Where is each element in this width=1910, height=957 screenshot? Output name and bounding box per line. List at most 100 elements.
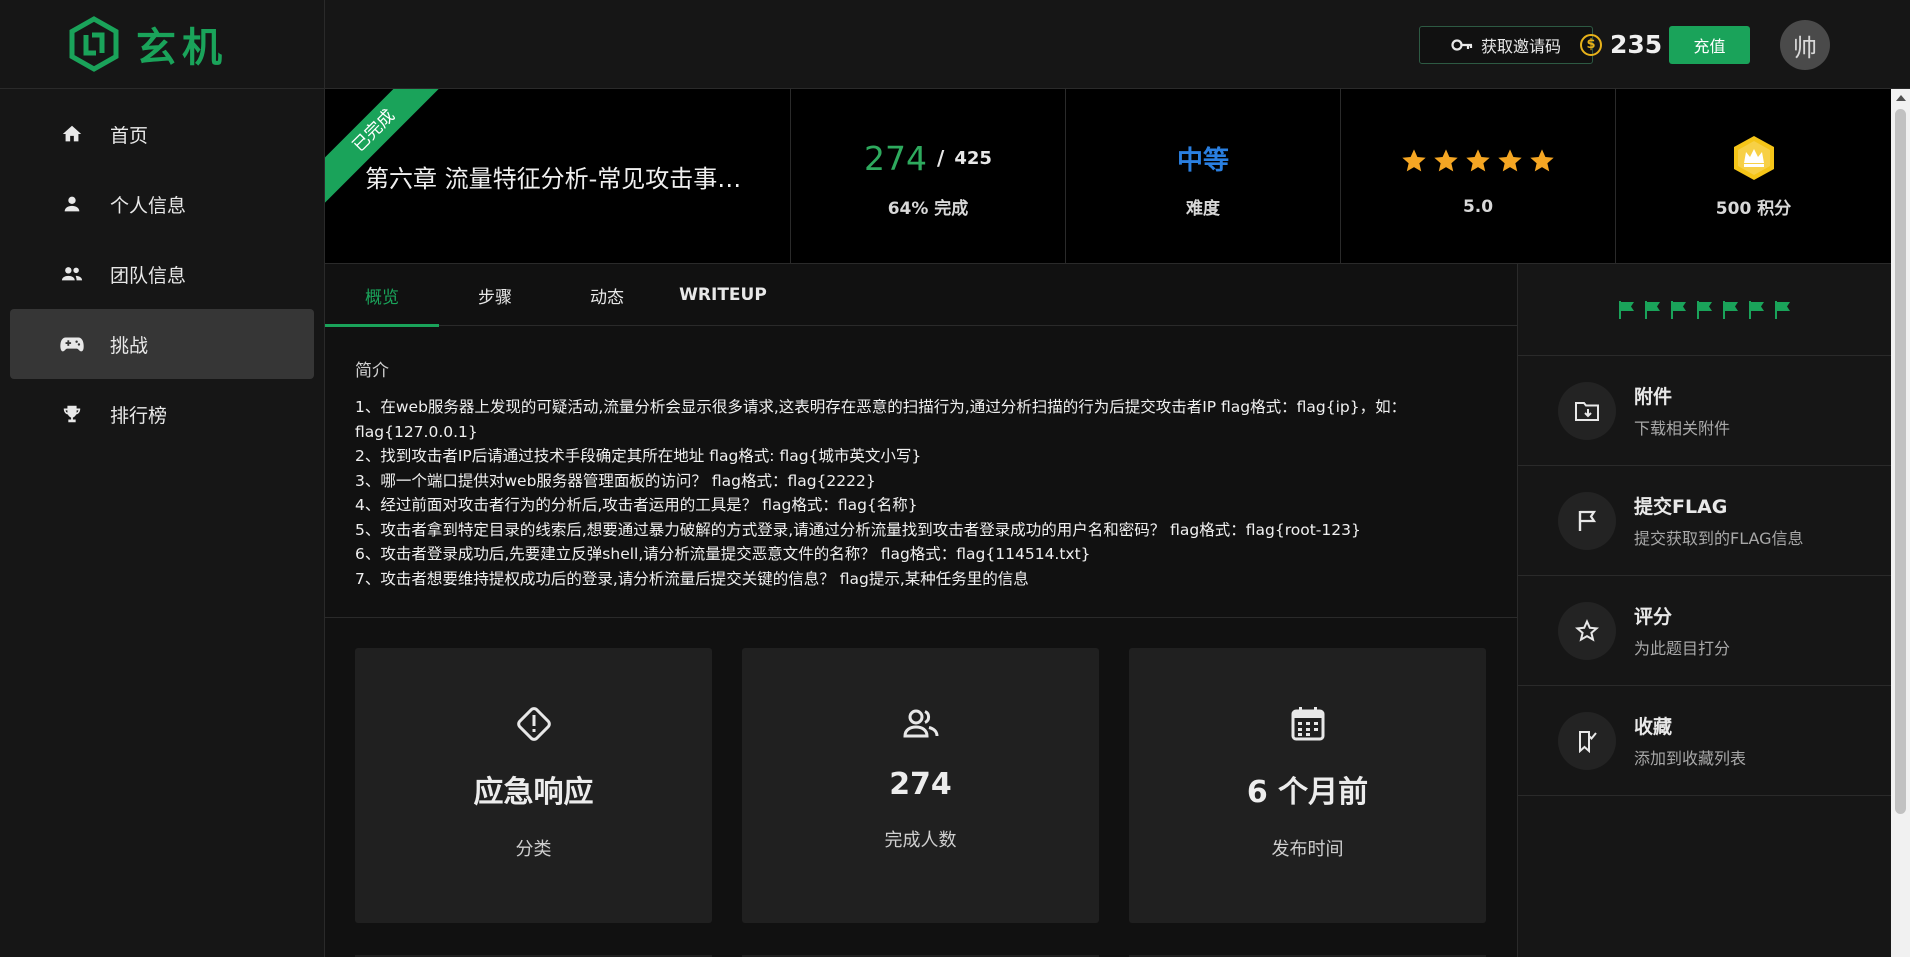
tab-steps[interactable]: 步骤 — [439, 264, 551, 326]
attachment-action[interactable]: 附件 下载相关附件 — [1518, 356, 1891, 466]
challenge-header: 已完成 第六章 流量特征分析-常见攻击事件 tomcat 274 / 425 6… — [325, 89, 1891, 264]
sidebar-item-label: 个人信息 — [110, 194, 187, 217]
users-icon — [902, 709, 938, 738]
star-icon — [1498, 148, 1522, 171]
intro-line: 3、哪一个端口提供对web服务器管理面板的访问？ flag格式：flag{222… — [355, 471, 876, 490]
coin-icon: $ — [1580, 33, 1602, 56]
star-icon — [1402, 148, 1426, 171]
flag-icon — [1558, 491, 1616, 550]
star-icon — [1466, 148, 1490, 171]
sidebar-item-challenge[interactable]: 挑战 — [10, 309, 314, 379]
challenge-title: 第六章 流量特征分析-常见攻击事件 tomcat — [365, 165, 765, 193]
category-value: 应急响应 — [473, 775, 594, 810]
intro-heading: 简介 — [355, 361, 389, 381]
flag-solved-icon — [1722, 300, 1738, 319]
alert-diamond-icon — [516, 707, 551, 741]
flag-solved-icon — [1644, 300, 1660, 319]
logo[interactable]: 玄机 — [0, 0, 324, 89]
user-icon — [60, 192, 84, 216]
coin-value: 235 — [1610, 30, 1663, 59]
flag-solved-icon — [1696, 300, 1712, 319]
bookmark-check-icon — [1558, 711, 1616, 770]
star-icon — [1434, 148, 1458, 171]
progress-done: 274 — [864, 138, 928, 178]
logo-text: 玄机 — [136, 25, 228, 71]
get-invite-code-button[interactable]: 获取邀请码 — [1419, 26, 1593, 64]
sidebar-item-profile[interactable]: 个人信息 — [10, 169, 314, 239]
published-value: 6 个月前 — [1246, 775, 1369, 810]
sidebar-item-team[interactable]: 团队信息 — [10, 239, 314, 309]
right-panel: 附件 下载相关附件 提交FLAG 提交获取到的FLAG信息 评分 为此题目打分 … — [1517, 264, 1891, 957]
flag-solved-icon — [1774, 300, 1790, 319]
calendar-icon — [1291, 707, 1324, 741]
page-scrollbar[interactable] — [1891, 89, 1910, 957]
sidebar-nav: 首页 个人信息 团队信息 挑战 排行榜 — [0, 89, 324, 449]
intro-line: 2、找到攻击者IP后请通过技术手段确定其所在地址 flag格式: flag{城市… — [355, 447, 922, 465]
submit-flag-subtitle: 提交获取到的FLAG信息 — [1634, 529, 1804, 548]
flag-solved-icon — [1748, 300, 1764, 319]
difficulty-label: 难度 — [1186, 199, 1220, 219]
logo-hexagon-icon — [69, 16, 119, 72]
coin-balance: $ 235 — [1580, 30, 1662, 59]
rate-subtitle: 为此题目打分 — [1634, 639, 1731, 658]
scrollbar-thumb[interactable] — [1895, 109, 1906, 814]
favorite-title: 收藏 — [1634, 716, 1673, 738]
gamepad-icon — [60, 332, 84, 356]
rating-value: 5.0 — [1462, 196, 1494, 217]
category-label: 分类 — [515, 839, 552, 860]
points-label: 500 积分 — [1715, 199, 1792, 219]
difficulty-value: 中等 — [1176, 145, 1229, 176]
published-card: 6 个月前 发布时间 — [1129, 648, 1486, 923]
favorite-subtitle: 添加到收藏列表 — [1634, 749, 1747, 768]
rating-stars — [1400, 147, 1556, 175]
favorite-action[interactable]: 收藏 添加到收藏列表 — [1518, 686, 1891, 796]
submit-flag-action[interactable]: 提交FLAG 提交获取到的FLAG信息 — [1518, 466, 1891, 576]
difficulty-stat: 中等 难度 — [1066, 89, 1341, 264]
solvers-value: 274 — [889, 767, 952, 802]
challenge-title-block: 已完成 第六章 流量特征分析-常见攻击事件 tomcat — [325, 89, 791, 264]
star-outline-icon — [1558, 601, 1616, 660]
avatar[interactable]: 帅 — [1780, 20, 1830, 70]
intro-line: 7、攻击者想要维持提权成功后的登录,请分析流量后提交关键的信息？ flag提示,… — [355, 569, 1029, 588]
flag-solved-icon — [1618, 300, 1634, 319]
intro-line: 6、攻击者登录成功后,先要建立反弹shell,请分析流量提交恶意文件的名称？ f… — [355, 545, 1091, 563]
tab-writeup[interactable]: WRITEUP — [663, 264, 783, 326]
intro-line: 5、攻击者拿到特定目录的线索后,想要通过暴力破解的方式登录,请通过分析流量找到攻… — [355, 520, 1361, 539]
sidebar-item-label: 首页 — [110, 124, 149, 147]
recharge-button[interactable]: 充值 — [1669, 26, 1750, 64]
sidebar-item-leaderboard[interactable]: 排行榜 — [10, 379, 314, 449]
submit-flag-title: 提交FLAG — [1634, 496, 1728, 518]
intro-body: 1、在web服务器上发现的可疑活动,流量分析会显示很多请求,这表明存在恶意的扫描… — [355, 395, 1487, 591]
flag-solved-icon — [1670, 300, 1686, 319]
attachment-subtitle: 下载相关附件 — [1634, 419, 1731, 438]
challenge-intro: 简介 1、在web服务器上发现的可疑活动,流量分析会显示很多请求,这表明存在恶意… — [325, 326, 1517, 618]
progress-stat: 274 / 425 64% 完成 — [791, 89, 1066, 264]
sidebar-item-label: 团队信息 — [110, 264, 187, 287]
scroll-up-arrow-icon[interactable] — [1896, 95, 1906, 101]
invite-label: 获取邀请码 — [1480, 37, 1561, 56]
tab-activity[interactable]: 动态 — [551, 264, 663, 326]
rating-stat: 5.0 — [1341, 89, 1616, 264]
home-icon — [60, 122, 84, 146]
crown-badge-icon — [1733, 136, 1774, 180]
folder-download-icon — [1558, 381, 1616, 440]
solvers-card: 274 完成人数 — [742, 648, 1099, 923]
rate-title: 评分 — [1634, 606, 1673, 628]
progress-total: 425 — [954, 147, 992, 169]
published-label: 发布时间 — [1271, 839, 1344, 860]
intro-line: 1、在web服务器上发现的可疑活动,流量分析会显示很多请求,这表明存在恶意的扫描… — [355, 398, 1407, 441]
category-card: 应急响应 分类 — [355, 648, 712, 923]
challenge-tabs: 概览 步骤 动态 WRITEUP — [325, 264, 1517, 327]
tab-overview[interactable]: 概览 — [325, 264, 439, 327]
progress-text: 64% 完成 — [887, 199, 969, 219]
solvers-label: 完成人数 — [884, 830, 957, 851]
sidebar-item-home[interactable]: 首页 — [10, 99, 314, 169]
rate-action[interactable]: 评分 为此题目打分 — [1518, 576, 1891, 686]
team-icon — [60, 262, 84, 286]
star-icon — [1530, 148, 1554, 171]
sidebar-item-label: 排行榜 — [110, 404, 168, 427]
sidebar-item-label: 挑战 — [110, 334, 149, 357]
attachment-title: 附件 — [1634, 386, 1673, 408]
intro-line: 4、经过前面对攻击者行为的分析后,攻击者运用的工具是？ flag格式：flag{… — [355, 496, 918, 514]
points-stat: 500 积分 — [1616, 89, 1891, 264]
